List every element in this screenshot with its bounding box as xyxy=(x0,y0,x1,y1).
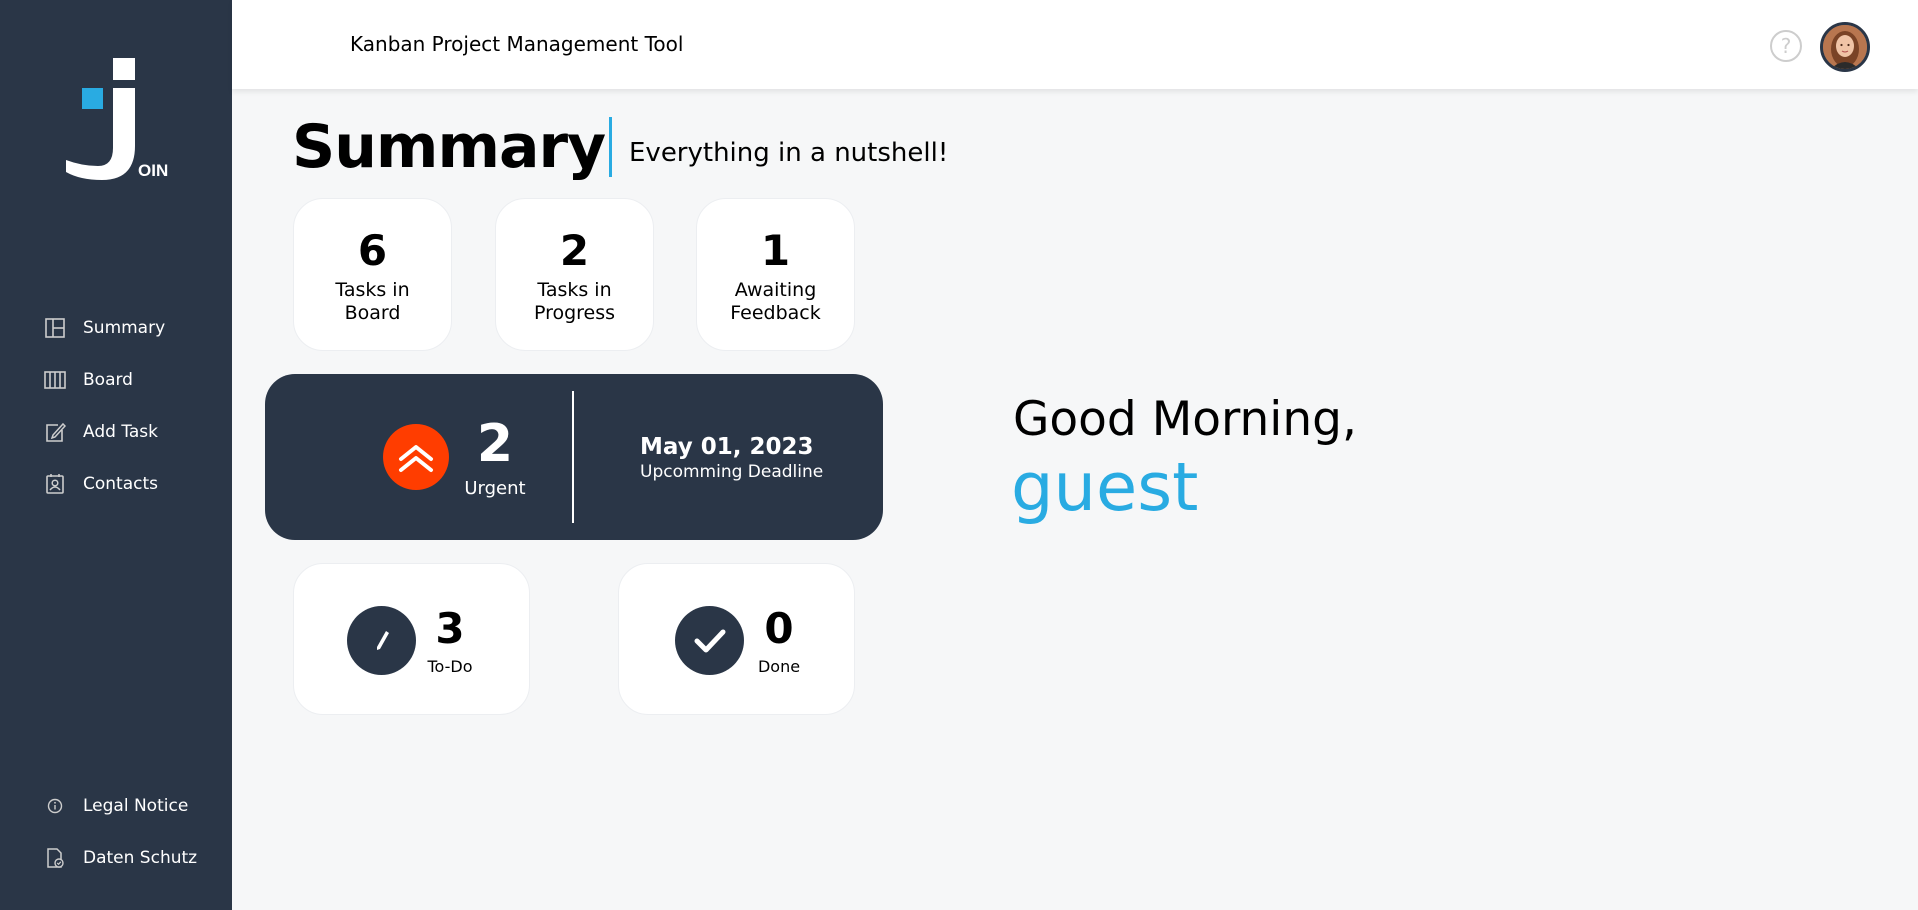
top-header: Kanban Project Management Tool ? xyxy=(232,0,1918,89)
contacts-icon xyxy=(44,473,66,495)
urgent-card[interactable]: 2 Urgent May 01, 2023 Upcomming Deadline xyxy=(265,374,883,540)
tasks-in-progress-card[interactable]: 2 Tasks in Progress xyxy=(495,198,654,351)
nav-label: Add Task xyxy=(83,422,159,442)
nav-item-board[interactable]: Board xyxy=(0,354,232,406)
add-task-icon xyxy=(44,421,66,443)
nav-item-contacts[interactable]: Contacts xyxy=(0,458,232,510)
deadline-label: Upcomming Deadline xyxy=(640,462,824,482)
urgent-priority-icon xyxy=(383,424,449,490)
help-icon[interactable]: ? xyxy=(1770,30,1802,62)
logo-text: OIN xyxy=(138,161,168,180)
nav-label: Legal Notice xyxy=(83,796,189,816)
stat-count: 6 xyxy=(357,226,388,275)
nav-label: Contacts xyxy=(83,474,158,494)
checkmark-icon xyxy=(675,606,744,675)
summary-icon xyxy=(44,317,66,339)
done-card[interactable]: 0 Done xyxy=(618,563,855,715)
stat-label: Tasks in Progress xyxy=(533,279,616,324)
title-divider xyxy=(609,117,612,177)
avatar[interactable] xyxy=(1820,22,1870,72)
todo-count: 3 xyxy=(435,604,465,653)
urgent-count: 2 xyxy=(476,414,514,474)
main-nav: Summary Board Add Task Contacts xyxy=(0,302,232,510)
greeting-user-name: guest xyxy=(1011,448,1199,526)
nav-item-add-task[interactable]: Add Task xyxy=(0,406,232,458)
done-count: 0 xyxy=(764,604,794,653)
awaiting-feedback-card[interactable]: 1 Awaiting Feedback xyxy=(696,198,855,351)
info-icon xyxy=(44,795,66,817)
done-label: Done xyxy=(757,657,801,676)
stat-count: 1 xyxy=(760,226,791,275)
stat-label: Awaiting Feedback xyxy=(730,279,821,324)
urgent-divider xyxy=(572,391,574,523)
privacy-icon xyxy=(44,847,66,869)
page-title: Summary xyxy=(292,112,606,182)
sidebar: OIN Summary Board Add Task Contacts Lega… xyxy=(0,0,232,910)
nav-label: Board xyxy=(83,370,133,390)
stat-label: Tasks in Board xyxy=(335,279,410,324)
todo-card[interactable]: 3 To-Do xyxy=(293,563,530,715)
todo-label: To-Do xyxy=(427,657,473,676)
tasks-in-board-card[interactable]: 6 Tasks in Board xyxy=(293,198,452,351)
urgent-label: Urgent xyxy=(464,478,526,499)
board-icon xyxy=(44,369,66,391)
app-title: Kanban Project Management Tool xyxy=(350,32,684,56)
page-subtitle: Everything in a nutshell! xyxy=(629,138,949,168)
nav-item-summary[interactable]: Summary xyxy=(0,302,232,354)
nav-item-legal-notice[interactable]: Legal Notice xyxy=(0,780,232,832)
footer-nav: Legal Notice Daten Schutz xyxy=(0,780,232,884)
nav-label: Daten Schutz xyxy=(83,848,198,868)
greeting-text: Good Morning, xyxy=(1013,392,1357,447)
deadline-date: May 01, 2023 xyxy=(640,434,814,460)
join-logo[interactable]: OIN xyxy=(62,54,172,184)
nav-item-daten-schutz[interactable]: Daten Schutz xyxy=(0,832,232,884)
pencil-icon xyxy=(347,606,416,675)
nav-label: Summary xyxy=(83,318,166,338)
stat-count: 2 xyxy=(559,226,590,275)
